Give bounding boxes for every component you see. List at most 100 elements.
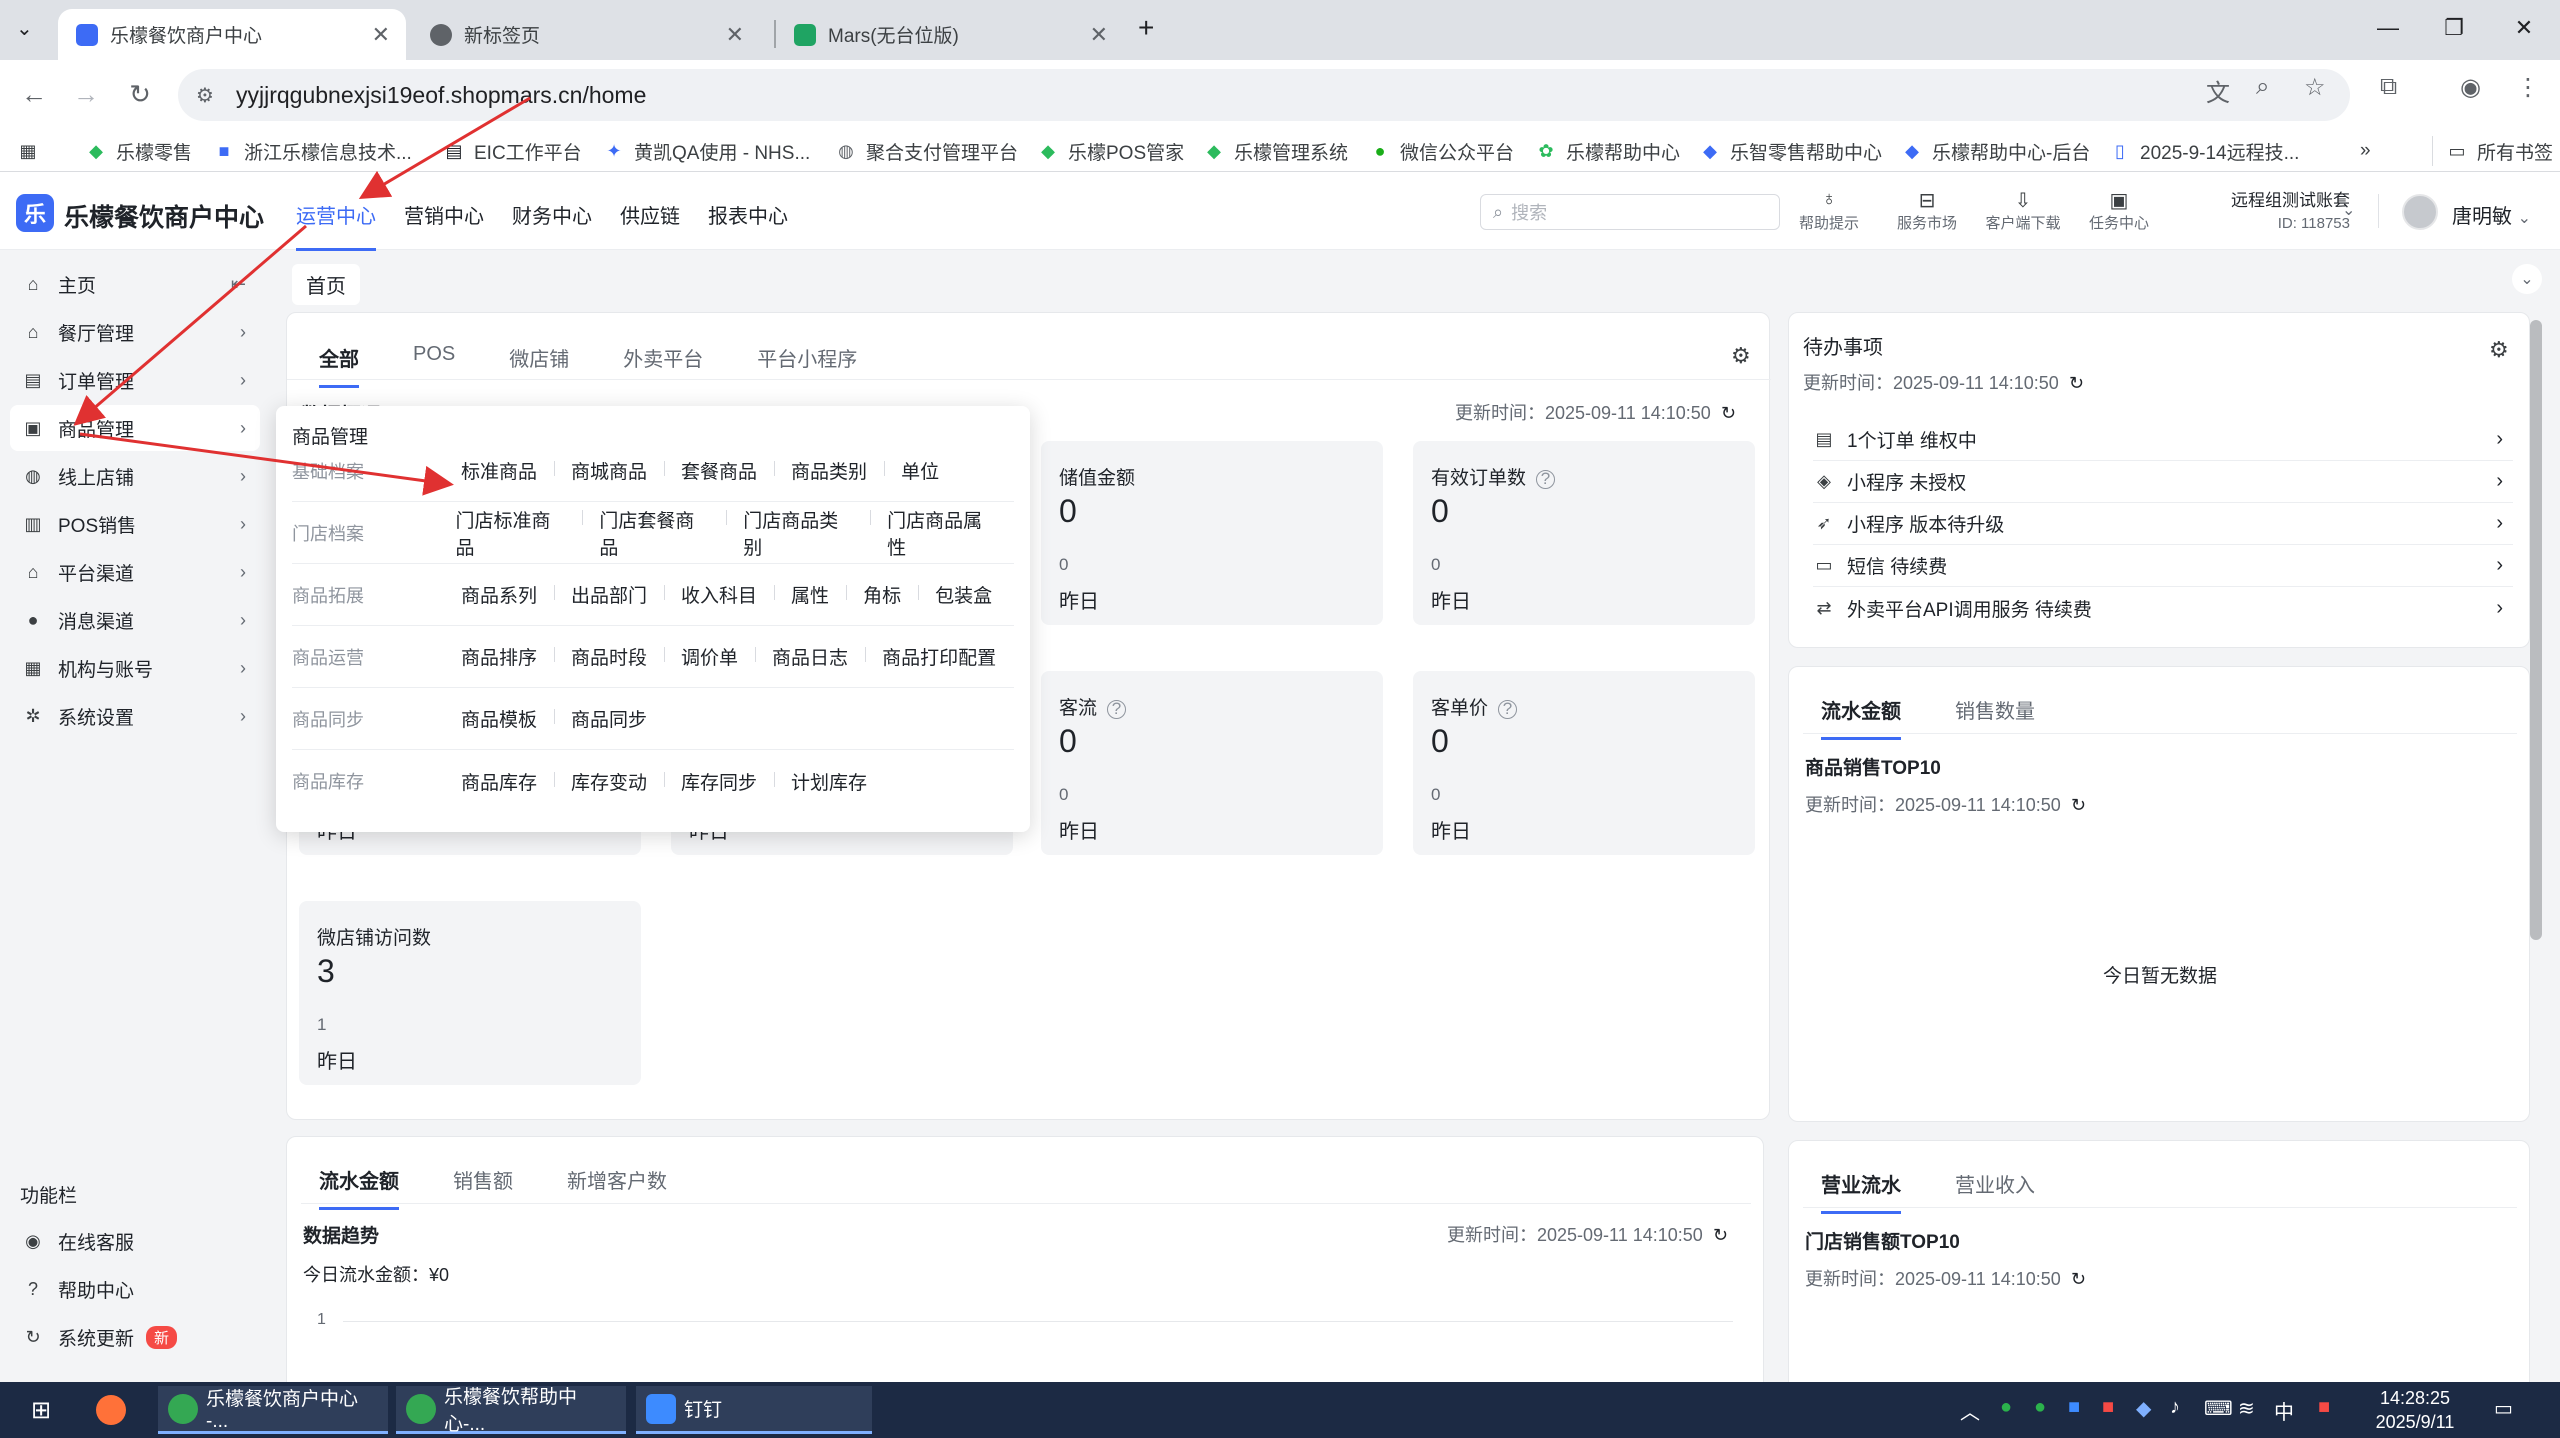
close-window-icon[interactable]: ✕ [2494, 8, 2554, 48]
menu-item[interactable]: 门店套餐商品 [582, 506, 726, 560]
bookmark-item[interactable]: ▤ EIC工作平台 [444, 136, 581, 166]
sidebar-item-help[interactable]: ? 帮助中心 [10, 1266, 260, 1312]
tab-flow-amount[interactable]: 流水金额 [319, 1165, 399, 1210]
bookmark-item[interactable]: ◆ 乐檬帮助中心-后台 [1902, 136, 2090, 166]
clock[interactable]: 14:28:25 2025/9/11 [2360, 1386, 2470, 1434]
menu-item[interactable]: 门店标准商品 [438, 506, 582, 560]
question-icon[interactable]: ? [1107, 699, 1127, 719]
settings-gear-icon[interactable]: ⚙ [2489, 337, 2509, 363]
question-icon[interactable]: ? [1498, 699, 1518, 719]
todo-item[interactable]: ➶ 小程序 版本待升级 › [1813, 503, 2513, 545]
close-tab-icon[interactable]: ✕ [372, 22, 390, 48]
refresh-icon[interactable]: ↻ [1713, 1225, 1728, 1245]
tab-new-customers[interactable]: 新增客户数 [567, 1165, 667, 1194]
tab-mini-program[interactable]: 平台小程序 [757, 343, 857, 372]
menu-item[interactable]: 库存同步 [664, 768, 774, 795]
bookmark-item[interactable]: ● 微信公众平台 [1370, 136, 1514, 166]
extensions-icon[interactable]: ⧉ [2380, 73, 2397, 101]
brand-logo-icon[interactable]: 乐 [16, 194, 54, 232]
client-download-button[interactable]: ⇩ 客户端下载 [1978, 188, 2068, 233]
menu-item[interactable]: 属性 [774, 581, 846, 608]
bookmark-item[interactable]: ■ 浙江乐檬信息技术... [214, 136, 412, 166]
bookmark-item[interactable]: ◆ 乐檬管理系统 [1204, 136, 1348, 166]
sidebar-item-online-support[interactable]: ◉ 在线客服 [10, 1218, 260, 1264]
refresh-icon[interactable]: ↻ [2071, 795, 2086, 815]
sidebar-item-online-store[interactable]: ◍ 线上店铺 › [10, 453, 260, 499]
refresh-icon[interactable]: ↻ [1721, 403, 1736, 423]
menu-item[interactable]: 商品打印配置 [865, 643, 1013, 670]
taskbar-app-dingtalk[interactable]: 钉钉 [636, 1386, 872, 1434]
menu-item[interactable]: 商品排序 [444, 643, 554, 670]
topnav-operations[interactable]: 运营中心 [296, 200, 376, 251]
tray-app-icon[interactable]: ■ [2102, 1396, 2114, 1419]
sidebar-item-platform[interactable]: ⌂ 平台渠道 › [10, 549, 260, 595]
more-bookmarks-icon[interactable]: » [2360, 136, 2371, 166]
tab-all[interactable]: 全部 [319, 343, 359, 388]
menu-item[interactable]: 商品时段 [554, 643, 664, 670]
ime-language[interactable]: 中 [2274, 1396, 2294, 1425]
bookmark-item[interactable]: ▯ 2025-9-14远程技... [2110, 136, 2299, 166]
browser-tab[interactable]: 新标签页 ✕ [412, 9, 760, 60]
menu-item[interactable]: 商品同步 [554, 705, 664, 732]
tab-takeaway[interactable]: 外卖平台 [623, 343, 703, 372]
refresh-icon[interactable]: ↻ [2071, 1269, 2086, 1289]
tab-business-flow[interactable]: 营业流水 [1821, 1169, 1901, 1214]
sidebar-item-restaurant[interactable]: ⌂ 餐厅管理 › [10, 309, 260, 355]
bookmark-item[interactable]: ◆ 乐檬零售 [86, 136, 192, 166]
menu-item[interactable]: 包装盒 [918, 581, 1009, 608]
sidebar-item-orders[interactable]: ▤ 订单管理 › [10, 357, 260, 403]
close-tab-icon[interactable]: ✕ [1090, 22, 1108, 48]
menu-item-standard-goods[interactable]: 标准商品 [444, 457, 554, 484]
chevron-down-icon[interactable]: ⌄ [2342, 200, 2355, 220]
menu-item[interactable]: 收入科目 [664, 581, 774, 608]
browser-tab-active[interactable]: 乐檬餐饮商户中心 ✕ [58, 9, 406, 60]
tab-pos[interactable]: POS [413, 343, 455, 372]
todo-item[interactable]: ⇄ 外卖平台API调用服务 待续费 › [1813, 587, 2513, 629]
chevron-down-icon[interactable]: ⌄ [2512, 264, 2542, 294]
new-tab-button[interactable]: + [1138, 12, 1154, 44]
browser-tab[interactable]: Mars(无台位版) ✕ [776, 9, 1124, 60]
taskbar-app-chrome-help[interactable]: 乐檬餐饮帮助中心-... [396, 1386, 626, 1435]
question-icon[interactable]: ? [1536, 469, 1556, 489]
menu-item-combo-goods[interactable]: 套餐商品 [664, 457, 774, 484]
menu-item[interactable]: 商品系列 [444, 581, 554, 608]
menu-item[interactable]: 商品库存 [444, 768, 554, 795]
back-icon[interactable]: ← [14, 74, 54, 114]
tray-app-icon[interactable]: ◆ [2136, 1396, 2151, 1421]
zoom-icon[interactable]: ⌕ [2256, 73, 2269, 101]
menu-item-goods-category[interactable]: 商品类别 [774, 457, 884, 484]
restore-icon[interactable]: ❐ [2424, 8, 2484, 48]
service-market-button[interactable]: ⊟ 服务市场 [1882, 188, 1972, 233]
tab-sales[interactable]: 销售额 [453, 1165, 513, 1194]
bookmark-star-icon[interactable]: ☆ [2304, 73, 2326, 102]
menu-item[interactable]: 计划库存 [774, 768, 884, 795]
sidebar-item-org[interactable]: ▦ 机构与账号 › [10, 645, 260, 691]
topnav-finance[interactable]: 财务中心 [512, 200, 592, 229]
sidebar-item-settings[interactable]: ✲ 系统设置 › [10, 693, 260, 739]
menu-item-mall-goods[interactable]: 商城商品 [554, 457, 664, 484]
reload-icon[interactable]: ↻ [120, 74, 160, 114]
profile-icon[interactable]: ◉ [2460, 73, 2481, 102]
translate-icon[interactable]: 文 [2206, 73, 2230, 108]
tab-business-income[interactable]: 营业收入 [1955, 1169, 2035, 1198]
avatar[interactable] [2402, 194, 2438, 230]
wifi-icon[interactable]: ≋ [2238, 1396, 2255, 1421]
menu-item[interactable]: 商品模板 [444, 705, 554, 732]
account-switcher[interactable]: 远程组测试账套 ID: 118753 [2200, 186, 2350, 232]
close-tab-icon[interactable]: ✕ [726, 22, 744, 48]
task-center-button[interactable]: ▣ 任务中心 [2074, 188, 2164, 233]
topnav-reports[interactable]: 报表中心 [708, 200, 788, 229]
tray-app-icon[interactable]: ● [2000, 1396, 2012, 1419]
all-bookmarks[interactable]: ▭ 所有书签 [2432, 136, 2553, 166]
firefox-icon[interactable] [86, 1386, 144, 1434]
tray-wechat-icon[interactable]: ● [2034, 1396, 2046, 1419]
apps-grid-icon[interactable]: ▦ [18, 136, 48, 166]
windows-start-icon[interactable]: ⊞ [16, 1386, 74, 1434]
bookmark-item[interactable]: ✦ 黄凯QA使用 - NHS... [604, 136, 810, 166]
menu-kebab-icon[interactable]: ⋮ [2516, 73, 2540, 102]
tab-search-icon[interactable]: ⌄ [16, 16, 33, 41]
tab-flow-amount[interactable]: 流水金额 [1821, 695, 1901, 740]
menu-item[interactable]: 门店商品类别 [726, 506, 870, 560]
bookmark-item[interactable]: ◆ 乐檬POS管家 [1038, 136, 1184, 166]
forward-icon[interactable]: → [66, 74, 106, 114]
